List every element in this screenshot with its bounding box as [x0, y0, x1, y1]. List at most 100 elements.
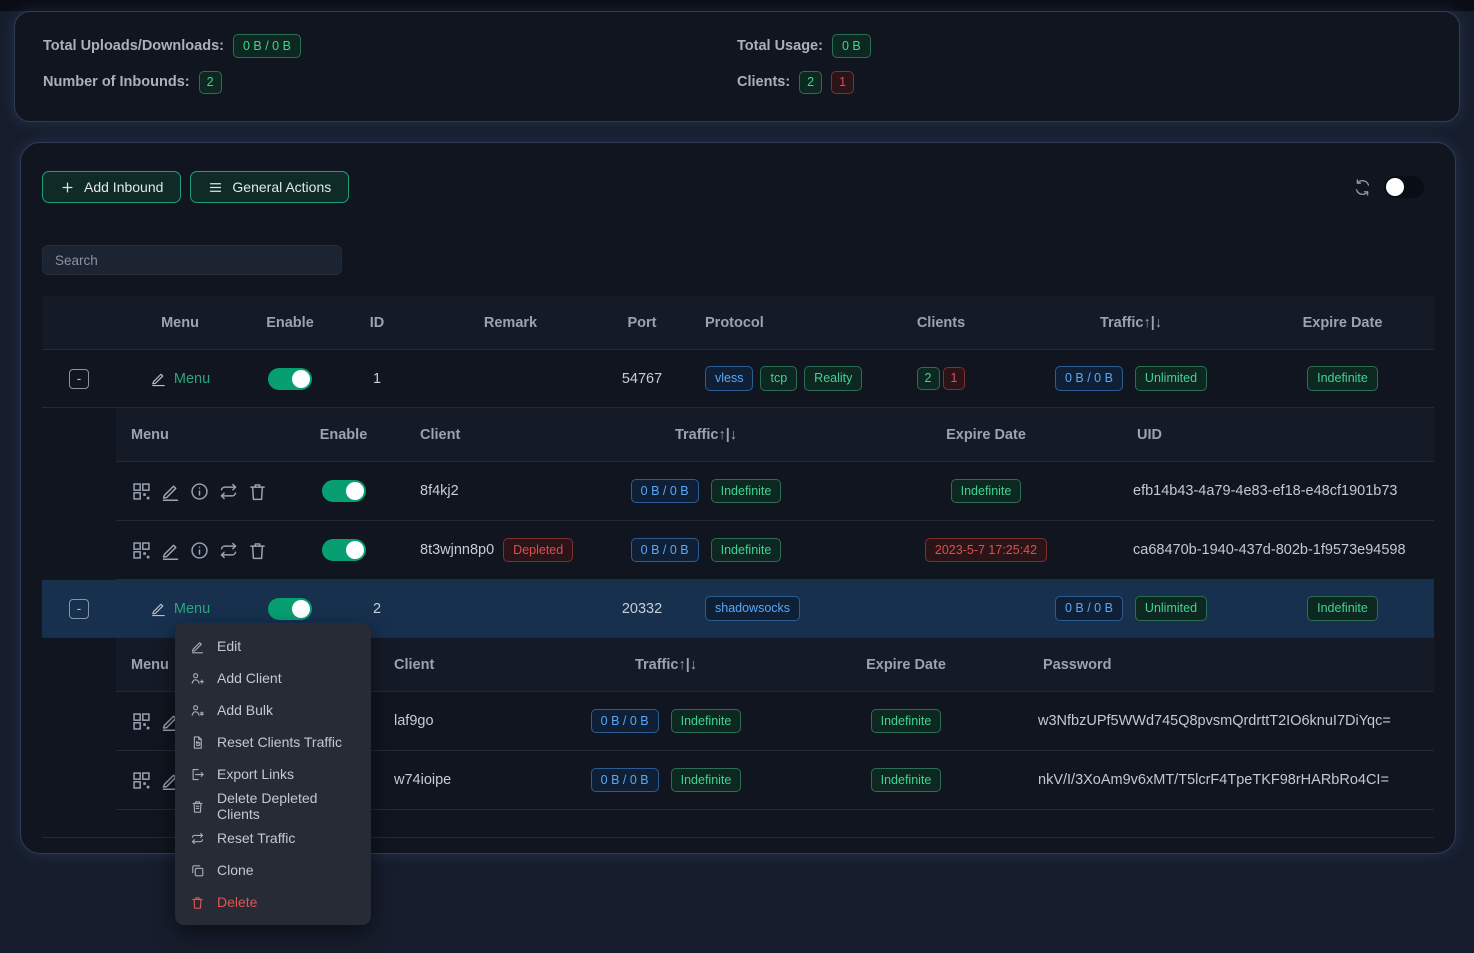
inbound-protocols: vless tcp Reality — [681, 366, 871, 390]
header-menu: Menu — [116, 315, 244, 331]
edit-icon — [190, 639, 205, 654]
header-traffic-sort[interactable]: Traffic↑|↓ — [1011, 315, 1251, 331]
header-traffic-sort[interactable]: Traffic↑|↓ — [546, 657, 786, 673]
traffic-badge: 0 B / 0 B — [591, 709, 659, 733]
menu-item-edit[interactable]: Edit — [175, 630, 371, 662]
general-actions-button[interactable]: General Actions — [190, 171, 349, 203]
qr-code-icon[interactable] — [131, 540, 152, 561]
menu-item-add-bulk[interactable]: Add Bulk — [175, 694, 371, 726]
inbound-port: 54767 — [603, 371, 681, 387]
inbound-context-menu: Edit Add Client Add Bulk Reset Clients T… — [175, 623, 371, 925]
traffic-limit-badge: Unlimited — [1135, 596, 1207, 620]
header-client: Client — [386, 427, 561, 443]
info-icon[interactable] — [189, 540, 210, 561]
clients-active-badge: 2 — [799, 71, 822, 93]
header-enable: Enable — [301, 427, 386, 443]
general-actions-label: General Actions — [232, 179, 331, 195]
clients-active-badge: 2 — [917, 367, 940, 389]
inbound-port: 20332 — [603, 601, 681, 617]
reset-clients-traffic-icon — [190, 735, 205, 750]
delete-icon[interactable] — [247, 540, 268, 561]
expire-badge: Indefinite — [871, 709, 942, 733]
client-password: w3NfbzUPf5WWd745Q8pvsmQrdrttT2IO6knuI7Di… — [1026, 713, 1434, 729]
traffic-limit-badge: Unlimited — [1135, 366, 1207, 390]
clone-icon — [190, 863, 205, 878]
menu-item-reset-clients-traffic[interactable]: Reset Clients Traffic — [175, 726, 371, 758]
info-icon[interactable] — [189, 481, 210, 502]
expire-badge: 2023-5-7 17:25:42 — [925, 538, 1047, 562]
protocol-tag: vless — [705, 366, 753, 390]
add-client-icon — [190, 671, 205, 686]
header-uid: UID — [1121, 427, 1434, 443]
traffic-limit-badge: Indefinite — [711, 538, 782, 562]
inbound-traffic: 0 B / 0 B Unlimited — [1011, 366, 1251, 390]
menu-item-add-client[interactable]: Add Client — [175, 662, 371, 694]
reset-traffic-icon[interactable] — [218, 481, 239, 502]
qr-code-icon[interactable] — [131, 481, 152, 502]
header-protocol: Protocol — [681, 315, 871, 331]
inbound-id: 2 — [336, 601, 418, 617]
client-enable-toggle[interactable] — [322, 539, 366, 561]
edit-icon[interactable] — [160, 481, 181, 502]
stat-label: Number of Inbounds: — [43, 74, 190, 90]
traffic-badge: 0 B / 0 B — [591, 768, 659, 792]
protocol-tag: Reality — [804, 366, 862, 390]
menu-lines-icon — [208, 180, 223, 195]
delete-icon[interactable] — [247, 481, 268, 502]
theme-toggle[interactable] — [1384, 176, 1424, 198]
traffic-badge: 0 B / 0 B — [1055, 596, 1123, 620]
inbound-menu-link[interactable]: Menu — [150, 370, 210, 387]
stat-label: Clients: — [737, 74, 790, 90]
export-links-icon — [190, 767, 205, 782]
inbounds-count-badge: 2 — [199, 71, 222, 93]
client-traffic: 0 B / 0 B Indefinite — [546, 709, 786, 733]
reset-traffic-icon[interactable] — [218, 540, 239, 561]
protocol-tag: tcp — [760, 366, 797, 390]
collapse-row-button[interactable]: - — [69, 599, 89, 619]
collapse-row-button[interactable]: - — [69, 369, 89, 389]
client-enable-toggle[interactable] — [322, 480, 366, 502]
menu-item-delete[interactable]: Delete — [175, 886, 371, 918]
client-actions — [116, 481, 301, 502]
client-uid: efb14b43-4a79-4e83-ef18-e48cf1901b73 — [1121, 483, 1434, 499]
inbound-menu-label: Menu — [174, 601, 210, 617]
client-traffic: 0 B / 0 B Indefinite — [561, 538, 851, 562]
header-expire-date: Expire Date — [1251, 315, 1434, 331]
toolbar: Add Inbound General Actions — [42, 171, 1434, 203]
header-expire-date: Expire Date — [786, 657, 1026, 673]
header-enable: Enable — [244, 315, 336, 331]
client-name: w74ioipe — [394, 772, 451, 788]
header-expire-date: Expire Date — [851, 427, 1121, 443]
total-updown-badge: 0 B / 0 B — [233, 34, 301, 58]
stat-total-usage: Total Usage: 0 B — [737, 34, 1431, 58]
search-input[interactable] — [42, 245, 342, 275]
header-remark: Remark — [418, 315, 603, 331]
add-inbound-button[interactable]: Add Inbound — [42, 171, 181, 203]
traffic-badge: 0 B / 0 B — [631, 479, 699, 503]
refresh-icon[interactable] — [1353, 178, 1372, 197]
qr-code-icon[interactable] — [131, 711, 152, 732]
stat-label: Total Usage: — [737, 38, 823, 54]
client-password: nkV/I/3XoAm9v6xMT/T5lcrF4TpeTKF98rHARbRo… — [1026, 772, 1434, 788]
delete-depleted-clients-icon — [190, 799, 205, 814]
add-inbound-label: Add Inbound — [84, 179, 163, 195]
inbound-row-1: - Menu 1 54767 vless tcp Reality 2 1 0 — [42, 350, 1434, 408]
client-traffic: 0 B / 0 B Indefinite — [546, 768, 786, 792]
expire-badge: Indefinite — [951, 479, 1022, 503]
inbound-menu-link[interactable]: Menu — [150, 600, 210, 617]
qr-code-icon[interactable] — [131, 770, 152, 791]
menu-item-reset-traffic[interactable]: Reset Traffic — [175, 822, 371, 854]
edit-icon[interactable] — [160, 540, 181, 561]
client-row-8t3wjnn8p0: 8t3wjnn8p0 Depleted 0 B / 0 B Indefinite… — [116, 521, 1434, 580]
inbound-enable-toggle[interactable] — [268, 368, 312, 390]
plus-icon — [60, 180, 75, 195]
client-row-8f4kj2: 8f4kj2 0 B / 0 B Indefinite Indefinite e… — [116, 462, 1434, 521]
inbound-enable-toggle[interactable] — [268, 598, 312, 620]
menu-item-delete-depleted-clients[interactable]: Delete Depleted Clients — [175, 790, 371, 822]
inbound-protocols: shadowsocks — [681, 596, 871, 620]
delete-icon — [190, 895, 205, 910]
menu-item-clone[interactable]: Clone — [175, 854, 371, 886]
header-traffic-sort[interactable]: Traffic↑|↓ — [561, 427, 851, 443]
clients-table-header: Menu Enable Client Traffic↑|↓ Expire Dat… — [116, 408, 1434, 462]
menu-item-export-links[interactable]: Export Links — [175, 758, 371, 790]
